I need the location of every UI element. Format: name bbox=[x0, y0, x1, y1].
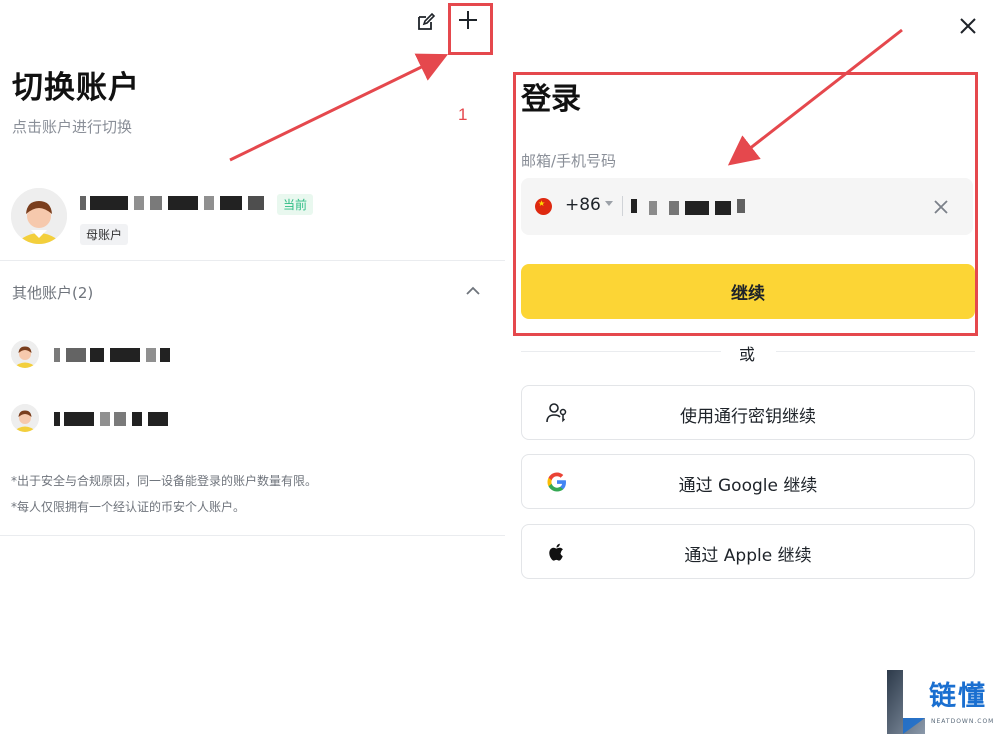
apple-button-label: 通过 Apple 继续 bbox=[684, 546, 812, 566]
divider bbox=[0, 535, 505, 536]
or-separator: 或 bbox=[739, 345, 756, 364]
limit-note: *出于安全与合规原因，同一设备能登录的账户数量有限。 bbox=[11, 474, 318, 488]
add-button-highlight bbox=[448, 3, 493, 55]
list-item[interactable] bbox=[0, 340, 505, 376]
apple-button[interactable]: 通过 Apple 继续 bbox=[521, 524, 975, 579]
passkey-button-label: 使用通行密钥继续 bbox=[680, 407, 816, 427]
edit-icon[interactable] bbox=[414, 10, 438, 34]
list-item[interactable] bbox=[0, 404, 505, 440]
other-accounts-header: 其他账户(2) bbox=[12, 284, 94, 302]
watermark-text: 链懂 bbox=[929, 681, 987, 712]
page-title: 切换账户 bbox=[12, 70, 140, 106]
avatar bbox=[11, 188, 67, 244]
login-form-highlight bbox=[513, 72, 978, 336]
avatar bbox=[11, 340, 39, 368]
current-account-name-redacted bbox=[80, 196, 270, 214]
google-button[interactable]: 通过 Google 继续 bbox=[521, 454, 975, 509]
passkey-button[interactable]: 使用通行密钥继续 bbox=[521, 385, 975, 440]
account-name-redacted bbox=[54, 412, 184, 426]
google-button-label: 通过 Google 继续 bbox=[678, 476, 818, 496]
divider bbox=[776, 351, 975, 352]
current-account-row[interactable]: 当前 母账户 bbox=[0, 186, 505, 260]
chevron-up-icon[interactable] bbox=[464, 282, 482, 300]
page-subtitle: 点击账户进行切换 bbox=[12, 118, 133, 136]
annotation-label-1: 1 bbox=[458, 105, 468, 124]
watermark-l-icon bbox=[887, 670, 925, 734]
avatar bbox=[11, 404, 39, 432]
close-icon[interactable] bbox=[956, 14, 980, 38]
watermark-subtext: NEATDOWN.COM bbox=[931, 718, 995, 725]
divider bbox=[0, 260, 505, 261]
current-badge: 当前 bbox=[277, 194, 314, 215]
divider bbox=[521, 351, 721, 352]
watermark-logo: 链懂 NEATDOWN.COM bbox=[885, 668, 997, 736]
switch-account-panel: 切换账户 点击账户进行切换 当前 母账户 其他账户(2) *出于安全与合规原因，… bbox=[0, 0, 505, 738]
account-name-redacted bbox=[54, 348, 184, 362]
verification-note: *每人仅限拥有一个经认证的币安个人账户。 bbox=[11, 500, 246, 514]
parent-account-badge: 母账户 bbox=[80, 224, 129, 245]
